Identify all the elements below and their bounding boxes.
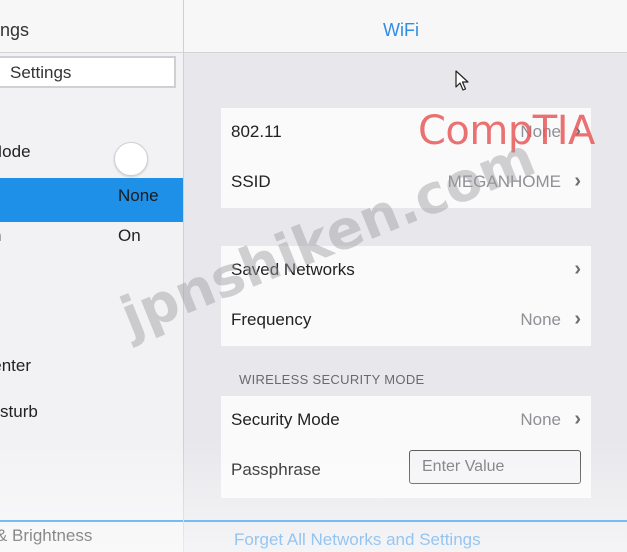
row-label: Frequency xyxy=(231,310,312,329)
sidebar-item-display-brightness[interactable]: & Brightness xyxy=(0,522,183,552)
sidebar-item-bluetooth[interactable]: n On xyxy=(0,224,183,260)
chevron-right-icon: › xyxy=(574,170,581,192)
sidebar-item-value: On xyxy=(118,226,141,245)
sidebar-item-label: Center xyxy=(0,356,32,375)
row-value: None xyxy=(520,410,561,429)
search-text: Settings xyxy=(10,63,72,82)
row-value: None xyxy=(520,310,561,329)
chevron-right-icon: › xyxy=(574,258,581,280)
sidebar-item-label: Mode xyxy=(0,142,31,161)
row-label: SSID xyxy=(231,172,271,191)
section-header: WIRELESS SECURITY MODE xyxy=(239,372,425,387)
sidebar-item-label: & Brightness xyxy=(0,526,93,545)
row-label: Security Mode xyxy=(231,410,340,429)
sidebar-header: ttings xyxy=(0,0,183,53)
chevron-right-icon: › xyxy=(574,408,581,430)
detail-header: WiFi xyxy=(184,0,627,53)
chevron-right-icon: › xyxy=(574,308,581,330)
forget-all-networks-link[interactable]: Forget All Networks and Settings xyxy=(234,530,481,550)
sidebar-item-control-center[interactable]: Center xyxy=(0,354,183,384)
sidebar-title: ttings xyxy=(0,20,30,40)
row-label: 802.11 xyxy=(231,122,282,141)
sidebar-item-label: n xyxy=(0,226,1,246)
sidebar-item-airplane-mode[interactable]: Mode xyxy=(0,138,183,178)
page-title: WiFi xyxy=(383,20,419,40)
airplane-mode-toggle[interactable] xyxy=(114,142,148,176)
sidebar-item-wifi[interactable]: None xyxy=(0,178,183,222)
row-security-mode[interactable]: Security Mode None › xyxy=(221,396,591,446)
sidebar-item-value: None xyxy=(118,186,159,205)
row-frequency[interactable]: Frequency None › xyxy=(221,296,591,346)
sidebar-item-label: Disturb xyxy=(0,402,38,421)
passphrase-input[interactable] xyxy=(409,450,581,484)
mouse-cursor-icon xyxy=(455,70,469,91)
row-label: Passphrase xyxy=(231,460,321,479)
divider xyxy=(184,520,627,522)
sidebar-item-do-not-disturb[interactable]: Disturb xyxy=(0,400,183,430)
search-field[interactable]: Settings xyxy=(0,56,176,88)
